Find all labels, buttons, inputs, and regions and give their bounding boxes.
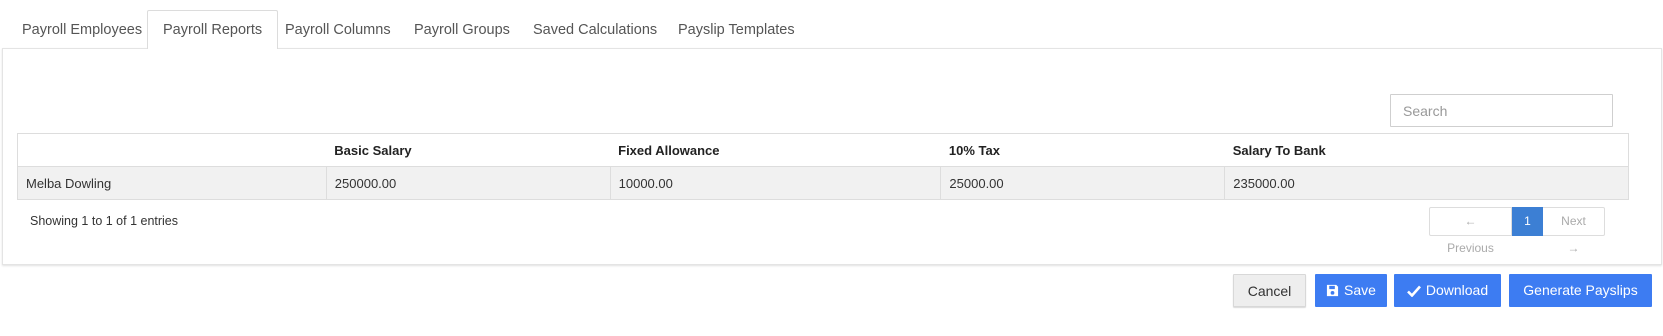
tab-payroll-columns[interactable]: Payroll Columns bbox=[269, 10, 407, 48]
floppy-disk-icon bbox=[1326, 282, 1344, 298]
salary-to-bank-cell: 235000.00 bbox=[1224, 166, 1629, 200]
tab-payroll-employees[interactable]: Payroll Employees bbox=[6, 10, 158, 48]
tab-payroll-reports[interactable]: Payroll Reports bbox=[147, 10, 279, 49]
cancel-label: Cancel bbox=[1247, 283, 1292, 299]
pagination: ← Previous 1 Next → bbox=[1429, 207, 1605, 255]
tab-payslip-templates[interactable]: Payslip Templates bbox=[662, 10, 811, 48]
column-header-basic-salary[interactable]: Basic Salary bbox=[326, 133, 611, 167]
column-header-tax[interactable]: 10% Tax bbox=[940, 133, 1225, 167]
generate-payslips-button[interactable]: Generate Payslips bbox=[1509, 274, 1652, 307]
download-label: Download bbox=[1425, 282, 1489, 298]
column-header-fixed-allowance[interactable]: Fixed Allowance bbox=[610, 133, 941, 167]
save-button[interactable]: Save bbox=[1315, 274, 1387, 307]
payroll-report-table: Basic Salary Fixed Allowance 10% Tax Sal… bbox=[17, 133, 1629, 200]
column-header-salary-to-bank[interactable]: Salary To Bank bbox=[1224, 133, 1629, 167]
search-input[interactable] bbox=[1390, 94, 1613, 127]
next-page-button[interactable]: Next → bbox=[1543, 207, 1605, 255]
previous-page-button[interactable]: ← Previous bbox=[1429, 207, 1512, 255]
tab-bar: Payroll Employees Payroll Reports Payrol… bbox=[0, 10, 1663, 49]
cancel-button[interactable]: Cancel bbox=[1233, 274, 1306, 307]
table-row: Melba Dowling 250000.00 10000.00 25000.0… bbox=[17, 166, 1629, 200]
tab-payroll-groups[interactable]: Payroll Groups bbox=[398, 10, 526, 48]
fixed-allowance-cell: 10000.00 bbox=[609, 166, 942, 200]
page-1-button[interactable]: 1 bbox=[1512, 207, 1543, 236]
save-label: Save bbox=[1344, 282, 1376, 298]
tax-cell: 25000.00 bbox=[940, 166, 1226, 200]
column-header-employee[interactable] bbox=[17, 133, 327, 167]
entries-info: Showing 1 to 1 of 1 entries bbox=[30, 214, 179, 228]
table-header-row: Basic Salary Fixed Allowance 10% Tax Sal… bbox=[17, 133, 1629, 167]
basic-salary-cell: 250000.00 bbox=[325, 166, 611, 200]
check-icon bbox=[1406, 282, 1426, 298]
download-button[interactable]: Download bbox=[1394, 274, 1501, 307]
employee-name-cell: Melba Dowling bbox=[17, 166, 327, 200]
tab-saved-calculations[interactable]: Saved Calculations bbox=[517, 10, 673, 48]
generate-payslips-label: Generate Payslips bbox=[1523, 282, 1638, 298]
